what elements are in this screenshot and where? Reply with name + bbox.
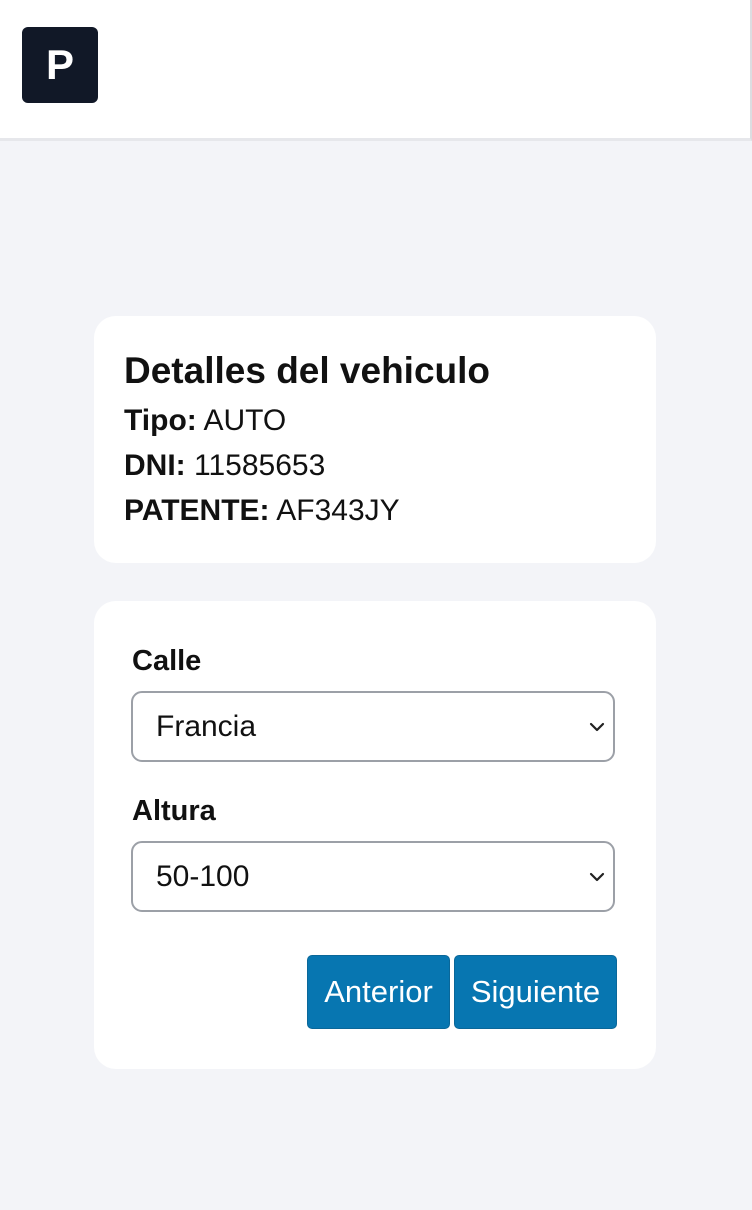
chevron-down-icon	[589, 872, 605, 882]
app-logo-letter: P	[45, 41, 74, 88]
app-logo[interactable]: P	[22, 27, 98, 103]
previous-button[interactable]: Anterior	[307, 955, 450, 1029]
calle-label: Calle	[132, 645, 202, 677]
detail-label-dni: DNI:	[124, 449, 186, 482]
altura-select-value: 50-100	[156, 860, 250, 893]
location-form-card: Calle Francia Altura 50-100 Anterior Sig…	[94, 601, 656, 1069]
chevron-down-icon	[589, 722, 605, 732]
calle-select-value: Francia	[156, 710, 257, 743]
altura-label: Altura	[132, 795, 216, 827]
vehicle-details-title: Detalles del vehiculo	[124, 350, 491, 391]
detail-row-patente: PATENTE: AF343JY	[124, 491, 400, 531]
next-button[interactable]: Siguiente	[454, 955, 617, 1029]
top-header: P	[0, 0, 752, 141]
detail-row-dni: DNI: 11585653	[124, 446, 325, 486]
detail-value-dni: 11585653	[194, 449, 326, 482]
detail-value-tipo: AUTO	[203, 404, 287, 437]
calle-select[interactable]: Francia	[131, 691, 615, 762]
detail-value-patente: AF343JY	[276, 494, 400, 527]
detail-label-patente: PATENTE:	[124, 494, 270, 527]
detail-row-tipo: Tipo: AUTO	[124, 401, 286, 441]
detail-label-tipo: Tipo:	[124, 404, 197, 437]
vehicle-details-card: Detalles del vehiculo Tipo: AUTO DNI: 11…	[94, 316, 656, 563]
altura-select[interactable]: 50-100	[131, 841, 615, 912]
